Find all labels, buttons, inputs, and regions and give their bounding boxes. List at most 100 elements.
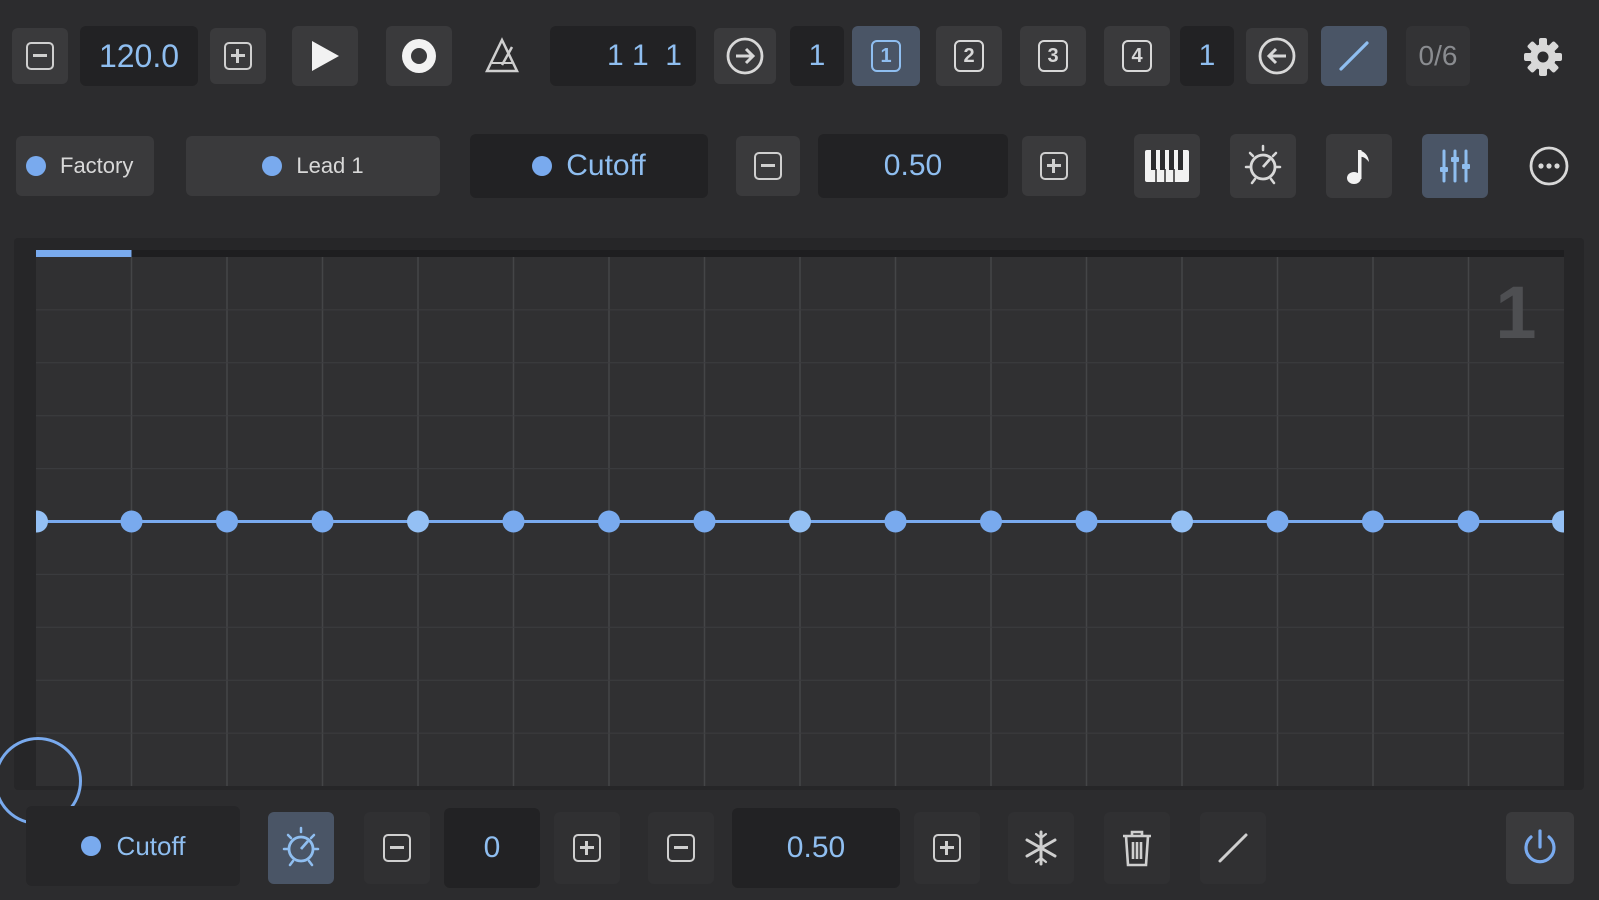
record-icon	[402, 39, 436, 73]
automation-point[interactable]	[502, 510, 525, 533]
automation-point[interactable]	[120, 510, 143, 533]
automation-point[interactable]	[407, 510, 429, 533]
level-increment-button[interactable]	[914, 812, 980, 884]
level-field[interactable]: 0.50	[732, 808, 900, 888]
pencil-line-icon	[1218, 833, 1248, 863]
loop-start-value: 1	[808, 39, 826, 72]
gear-icon	[1524, 38, 1562, 76]
plus-icon	[1040, 152, 1068, 180]
plus-icon	[224, 42, 252, 70]
freeze-button[interactable]	[1008, 812, 1074, 884]
parameter-value: 0.50	[883, 149, 943, 182]
offset-decrement-button[interactable]	[364, 812, 430, 884]
tempo-field[interactable]: 120.0	[80, 26, 198, 86]
loop-end-button[interactable]	[1246, 28, 1308, 84]
offset-increment-button[interactable]	[554, 812, 620, 884]
automation-point[interactable]	[216, 510, 238, 533]
bank-2-label: 2	[954, 40, 984, 72]
power-button[interactable]	[1506, 812, 1574, 884]
loop-start-button[interactable]	[714, 28, 776, 84]
lfo-dial-icon	[282, 826, 320, 867]
bottom-lfo-button[interactable]	[268, 812, 334, 884]
preset-label: Lead 1	[296, 153, 364, 178]
bank-1-label: 1	[871, 40, 901, 72]
automation-point[interactable]	[1171, 510, 1193, 533]
music-note-icon	[1347, 150, 1369, 184]
preset-selector[interactable]: Lead 1	[186, 136, 440, 196]
automation-grid-canvas[interactable]: 1	[36, 250, 1564, 786]
playhead-indicator	[36, 250, 132, 257]
parameter-decrement-button[interactable]	[736, 136, 800, 196]
parameter-dot-icon	[532, 156, 553, 176]
bottom-parameter-dot-icon	[80, 836, 101, 856]
parameter-label: Cutoff	[566, 149, 646, 182]
automation-point[interactable]	[1266, 510, 1289, 533]
lfo-dial-icon	[1244, 144, 1282, 185]
plus-icon	[573, 834, 601, 862]
automation-point[interactable]	[693, 510, 716, 533]
bank-2-button[interactable]: 2	[936, 26, 1002, 86]
lfo-button[interactable]	[1230, 134, 1296, 198]
bank-3-label: 3	[1038, 40, 1068, 72]
minus-icon	[754, 152, 782, 180]
arrow-left-circle-icon	[1258, 37, 1296, 75]
automation-point[interactable]	[598, 510, 620, 533]
automation-point[interactable]	[311, 510, 334, 533]
bottom-parameter-label: Cutoff	[116, 830, 186, 861]
plus-icon	[933, 834, 961, 862]
mixer-button[interactable]	[1422, 134, 1488, 198]
piano-keys-icon	[1145, 150, 1189, 182]
note-button[interactable]	[1326, 134, 1392, 198]
metronome-icon	[485, 37, 519, 73]
pencil-line-icon	[1339, 41, 1369, 71]
arrow-right-circle-icon	[726, 37, 764, 75]
power-icon	[1524, 829, 1556, 864]
offset-field[interactable]: 0	[444, 808, 540, 888]
bank-3-button[interactable]: 3	[1020, 26, 1086, 86]
factory-dot-icon	[26, 156, 46, 176]
parameter-value-field[interactable]: 0.50	[818, 134, 1008, 198]
loop-end-value: 1	[1198, 39, 1216, 72]
draw-mode-button[interactable]	[1321, 26, 1387, 86]
record-button[interactable]	[386, 26, 452, 86]
minus-icon	[383, 834, 411, 862]
loop-end-field[interactable]: 1	[1180, 26, 1234, 86]
draw-line-button[interactable]	[1200, 812, 1266, 884]
preset-dot-icon	[262, 156, 283, 176]
automation-grid[interactable]: 1	[36, 250, 1564, 786]
automation-point[interactable]	[789, 510, 811, 533]
automation-point[interactable]	[1075, 510, 1098, 533]
play-button[interactable]	[292, 26, 358, 86]
automation-point[interactable]	[1362, 510, 1384, 533]
pattern-counter-value: 0/6	[1418, 40, 1458, 71]
bank-4-button[interactable]: 4	[1104, 26, 1170, 86]
bank-1-button[interactable]: 1	[852, 26, 920, 86]
offset-value: 0	[483, 831, 501, 864]
loop-start-field[interactable]: 1	[790, 26, 844, 86]
tempo-value: 120.0	[98, 37, 180, 74]
bottom-parameter-selector[interactable]: Cutoff	[26, 806, 240, 886]
factory-label: Factory	[60, 153, 134, 178]
settings-button[interactable]	[1512, 30, 1574, 84]
sliders-icon	[1440, 149, 1470, 183]
tempo-decrement-button[interactable]	[12, 28, 68, 84]
factory-selector[interactable]: Factory	[16, 136, 154, 196]
keyboard-button[interactable]	[1134, 134, 1200, 198]
pattern-counter-button[interactable]: 0/6	[1406, 26, 1470, 86]
parameter-increment-button[interactable]	[1022, 136, 1086, 196]
position-field[interactable]: 1 1 1	[550, 26, 696, 86]
automation-point[interactable]	[980, 510, 1002, 533]
minus-icon	[667, 834, 695, 862]
automation-point[interactable]	[884, 510, 907, 533]
automation-point[interactable]	[1457, 510, 1480, 533]
play-icon	[312, 41, 339, 71]
parameter-selector[interactable]: Cutoff	[470, 134, 708, 198]
bank-4-label: 4	[1122, 40, 1152, 72]
level-decrement-button[interactable]	[648, 812, 714, 884]
metronome-button[interactable]	[472, 26, 532, 86]
tempo-increment-button[interactable]	[210, 28, 266, 84]
more-icon	[1529, 146, 1569, 186]
more-button[interactable]	[1516, 134, 1582, 198]
delete-button[interactable]	[1104, 812, 1170, 884]
position-value: 1 1 1	[606, 39, 682, 72]
